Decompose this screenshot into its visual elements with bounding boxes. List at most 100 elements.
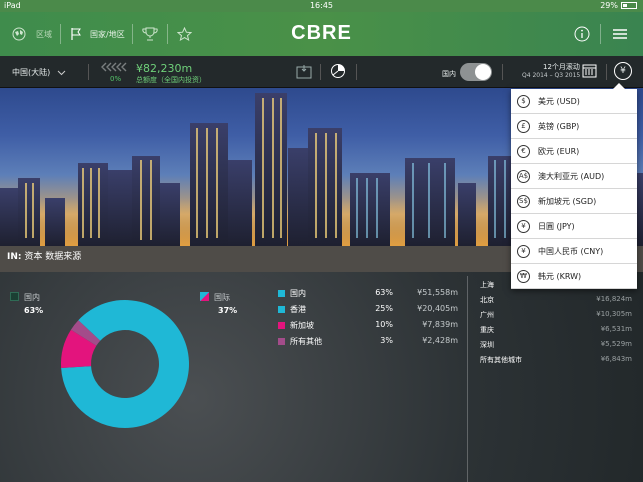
- top-nav: 区域 国家/地区 CBRE: [0, 12, 643, 56]
- currency-symbol-icon: $: [517, 95, 530, 108]
- breakdown-value: ¥20,405m: [417, 304, 458, 313]
- toolbar-divider: [320, 64, 321, 80]
- country-dropdown[interactable]: 中国(大陆): [12, 67, 66, 78]
- city-name: 重庆: [480, 326, 494, 334]
- city-value: ¥6,843m: [600, 355, 632, 363]
- currency-option[interactable]: ¥ 日圓 (JPY): [511, 214, 637, 239]
- currency-symbol-icon: ¥: [517, 220, 530, 233]
- currency-option[interactable]: € 欧元 (EUR): [511, 139, 637, 164]
- domestic-swatch: [10, 292, 19, 301]
- breakdown-value: ¥7,839m: [422, 320, 458, 329]
- currency-symbol-icon: £: [517, 120, 530, 133]
- map-button[interactable]: [296, 63, 312, 81]
- city-row[interactable]: 广州 ¥10,305m: [480, 310, 632, 325]
- city-row[interactable]: 深圳 ¥5,529m: [480, 340, 632, 355]
- country-dropdown-label: 中国(大陆): [12, 68, 51, 77]
- breakdown-row[interactable]: 国内 63% ¥51,558m: [278, 288, 458, 304]
- info-button[interactable]: [574, 24, 590, 44]
- battery-percent: 29%: [600, 1, 618, 10]
- toggle-knob: [475, 64, 491, 80]
- currency-option-label: 美元 (USD): [538, 97, 580, 106]
- breakdown-row[interactable]: 所有其他 3% ¥2,428m: [278, 336, 458, 352]
- breakdown-name: 新加坡: [290, 321, 314, 330]
- city-name: 广州: [480, 311, 494, 319]
- city-name: 北京: [480, 296, 494, 304]
- status-bar: iPad 16:45 29%: [0, 0, 643, 12]
- currency-option[interactable]: ¥ 中国人民币 (CNY): [511, 239, 637, 264]
- hamburger-menu-icon: [613, 29, 627, 39]
- currency-option-label: 欧元 (EUR): [538, 147, 580, 156]
- flow-arrows: 0%: [100, 62, 128, 83]
- city-value: ¥6,531m: [600, 325, 632, 333]
- brand-logo: CBRE: [291, 22, 352, 44]
- panel-divider: [467, 276, 468, 482]
- period-title: 12个月滚动: [543, 63, 580, 71]
- city-value: ¥5,529m: [600, 340, 632, 348]
- currency-option-label: 日圓 (JPY): [538, 222, 575, 231]
- city-ranking-list: 上海 北京 ¥16,824m 广州 ¥10,305m 重庆 ¥6,531m 深圳 ¥5,529m…: [480, 280, 632, 370]
- breakdown-swatch: [278, 306, 285, 313]
- breakdown-row[interactable]: 新加坡 10% ¥7,839m: [278, 320, 458, 336]
- international-label: 国际: [214, 293, 230, 302]
- toolbar-divider: [502, 64, 503, 80]
- currency-symbol-icon: ₩: [517, 270, 530, 283]
- city-row[interactable]: 重庆 ¥6,531m: [480, 325, 632, 340]
- toolbar-divider: [356, 64, 357, 80]
- source-prefix: IN:: [7, 252, 22, 262]
- chevron-down-icon: [57, 70, 66, 75]
- filter-toolbar: 中国(大陆) 0% ¥82,230m 总额度（全国内投资） 国内 12个月滚动 …: [0, 56, 643, 88]
- battery-indicator: 29%: [600, 0, 637, 12]
- breakdown-percent: 10%: [375, 320, 393, 329]
- currency-button[interactable]: ¥: [614, 62, 632, 80]
- currency-dropdown-menu: $ 美元 (USD) £ 英镑 (GBP) € 欧元 (EUR) A$ 澳大利亚元 (AUD)…: [511, 83, 637, 289]
- flow-percent: 0%: [110, 75, 122, 83]
- currency-option-label: 韩元 (KRW): [538, 272, 582, 281]
- currency-option-label: 中国人民币 (CNY): [538, 247, 604, 256]
- city-name: 所有其他城市: [480, 356, 522, 364]
- breakdown-row[interactable]: 香港 25% ¥20,405m: [278, 304, 458, 320]
- domestic-toggle-label: 国内: [442, 70, 456, 78]
- period-range: Q4 2014 – Q3 2015: [522, 72, 581, 79]
- currency-option-label: 新加坡元 (SGD): [538, 197, 597, 206]
- currency-option[interactable]: ₩ 韩元 (KRW): [511, 264, 637, 289]
- breakdown-value: ¥51,558m: [417, 288, 458, 297]
- breakdown-name: 所有其他: [290, 337, 322, 346]
- currency-option[interactable]: £ 英镑 (GBP): [511, 114, 637, 139]
- pie-chart-button[interactable]: [330, 63, 346, 81]
- breakdown-percent: 63%: [375, 288, 393, 297]
- donut-slice[interactable]: [61, 366, 125, 428]
- chevrons-left-icon: [101, 62, 127, 72]
- currency-option[interactable]: A$ 澳大利亚元 (AUD): [511, 164, 637, 189]
- source-text: 资本 数据来源: [24, 252, 82, 262]
- pie-chart-icon: [331, 64, 345, 78]
- calendar-button[interactable]: [582, 63, 597, 80]
- battery-level: [623, 4, 628, 7]
- battery-icon: [621, 2, 637, 9]
- currency-symbol-icon: S$: [517, 195, 530, 208]
- domestic-toggle[interactable]: [460, 63, 492, 81]
- currency-option[interactable]: S$ 新加坡元 (SGD): [511, 189, 637, 214]
- currency-symbol-icon: A$: [517, 170, 530, 183]
- capital-donut-chart[interactable]: [45, 284, 205, 444]
- donut-legend-international: 国际 37%: [200, 292, 237, 315]
- breakdown-name: 国内: [290, 289, 306, 298]
- breakdown-percent: 3%: [380, 336, 393, 345]
- city-row[interactable]: 北京 ¥16,824m: [480, 295, 632, 310]
- domestic-label: 国内: [24, 293, 40, 302]
- currency-symbol-icon: ¥: [517, 245, 530, 258]
- breakdown-value: ¥2,428m: [422, 336, 458, 345]
- currency-option-label: 澳大利亚元 (AUD): [538, 172, 605, 181]
- breakdown-swatch: [278, 322, 285, 329]
- currency-option[interactable]: $ 美元 (USD): [511, 89, 637, 114]
- breakdown-swatch: [278, 338, 285, 345]
- breakdown-swatch: [278, 290, 285, 297]
- map-pin-icon: [296, 65, 312, 79]
- clock: 16:45: [309, 1, 334, 10]
- domestic-percent: 63%: [24, 306, 44, 315]
- city-value: ¥16,824m: [596, 295, 632, 303]
- app-window: iPad 16:45 29% 区域 国家/地区 CBRE 中国(大陆) 0% ¥…: [0, 0, 643, 482]
- city-row[interactable]: 所有其他城市 ¥6,843m: [480, 355, 632, 370]
- menu-button[interactable]: [612, 24, 628, 44]
- info-icon: [574, 26, 590, 42]
- city-name: 深圳: [480, 341, 494, 349]
